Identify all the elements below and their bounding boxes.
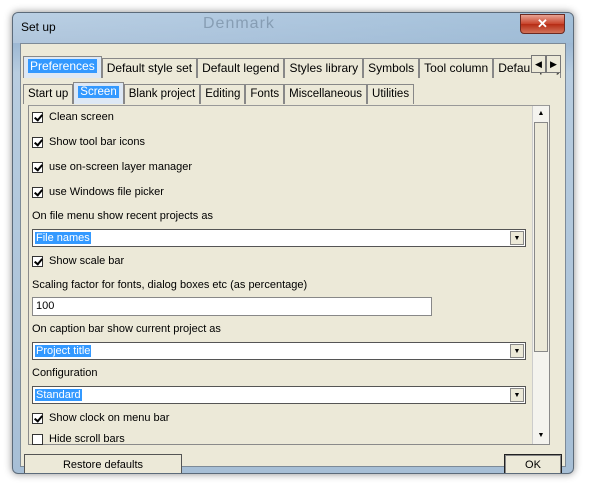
tab-default-legend[interactable]: Default legend <box>197 58 285 78</box>
tab-blank-project[interactable]: Blank project <box>123 84 201 104</box>
tab-preferences[interactable]: Preferences <box>23 56 102 78</box>
panel-scrollbar[interactable]: ▲ ▼ <box>532 106 549 444</box>
close-button[interactable]: ✕ <box>520 14 565 34</box>
tab-screen[interactable]: Screen <box>73 82 124 104</box>
clean-screen-checkbox[interactable] <box>32 111 43 123</box>
tab-fonts[interactable]: Fonts <box>245 84 285 104</box>
recent-projects-select[interactable]: File names ▼ <box>32 229 526 247</box>
tab-scroll-left-icon[interactable]: ◀ <box>531 55 546 73</box>
windows-picker-checkbox[interactable] <box>32 186 43 198</box>
restore-defaults-button[interactable]: Restore defaults <box>24 454 182 473</box>
tab-miscellaneous[interactable]: Miscellaneous <box>284 84 368 104</box>
tab-editing[interactable]: Editing <box>200 84 246 104</box>
hide-scroll-bars-option[interactable]: Hide scroll bars <box>32 433 125 445</box>
background-map-text: Denmark <box>203 15 275 32</box>
screen-settings-panel: Clean screen Show tool bar icons use on-… <box>28 105 550 445</box>
show-toolbar-icons-label: Show tool bar icons <box>49 136 145 148</box>
tab-symbols[interactable]: Symbols <box>363 58 420 78</box>
tab-scroll-buttons: ◀ ▶ <box>531 55 561 73</box>
show-scale-bar-option[interactable]: Show scale bar <box>32 252 124 270</box>
show-clock-label: Show clock on menu bar <box>49 412 170 424</box>
chevron-down-icon[interactable]: ▼ <box>510 344 524 358</box>
show-toolbar-icons-option[interactable]: Show tool bar icons <box>32 133 145 151</box>
show-clock-option[interactable]: Show clock on menu bar <box>32 409 169 427</box>
main-tab-bar: Preferences Default style set Default le… <box>23 56 562 78</box>
layer-manager-checkbox[interactable] <box>32 161 43 173</box>
tab-tool-column[interactable]: Tool column <box>419 58 494 78</box>
ok-button[interactable]: OK <box>504 454 562 473</box>
show-scale-bar-label: Show scale bar <box>49 255 125 267</box>
clean-screen-option[interactable]: Clean screen <box>32 108 114 126</box>
tab-styles-library[interactable]: Styles library <box>284 58 364 78</box>
show-clock-checkbox[interactable] <box>32 412 43 424</box>
scaling-factor-label: Scaling factor for fonts, dialog boxes e… <box>32 279 308 291</box>
window-title: Set up <box>21 20 56 34</box>
caption-bar-label: On caption bar show current project as <box>32 323 221 335</box>
caption-bar-value: Project title <box>35 345 92 357</box>
windows-picker-option[interactable]: use Windows file picker <box>32 183 164 201</box>
hide-scroll-bars-checkbox[interactable] <box>32 433 43 445</box>
layer-manager-option[interactable]: use on-screen layer manager <box>32 158 192 176</box>
hide-scroll-bars-label: Hide scroll bars <box>49 433 125 445</box>
dialog-client: Preferences Default style set Default le… <box>20 43 566 473</box>
show-toolbar-icons-checkbox[interactable] <box>32 136 43 148</box>
chevron-down-icon[interactable]: ▼ <box>510 388 524 402</box>
tab-scroll-right-icon[interactable]: ▶ <box>546 55 561 73</box>
title-bar[interactable]: Denmark Set up ✕ <box>13 13 573 43</box>
recent-projects-value: File names <box>35 232 91 244</box>
caption-bar-select[interactable]: Project title ▼ <box>32 342 526 360</box>
setup-window: Denmark Set up ✕ Preferences Default sty… <box>12 12 574 474</box>
layer-manager-label: use on-screen layer manager <box>49 161 193 173</box>
configuration-label: Configuration <box>32 367 98 379</box>
sub-tab-bar: Start up Screen Blank project Editing Fo… <box>23 82 415 104</box>
tab-default-style-set[interactable]: Default style set <box>101 58 198 78</box>
tab-utilities[interactable]: Utilities <box>367 84 415 104</box>
scroll-down-icon[interactable]: ▼ <box>533 428 549 444</box>
configuration-value: Standard <box>35 389 82 401</box>
scrollbar-thumb[interactable] <box>534 122 548 352</box>
clean-screen-label: Clean screen <box>49 111 114 123</box>
scaling-factor-input[interactable]: 100 <box>32 297 432 316</box>
close-icon: ✕ <box>537 16 548 31</box>
chevron-down-icon[interactable]: ▼ <box>510 231 524 245</box>
recent-projects-label: On file menu show recent projects as <box>32 210 213 222</box>
windows-picker-label: use Windows file picker <box>49 186 164 198</box>
configuration-select[interactable]: Standard ▼ <box>32 386 526 404</box>
scroll-up-icon[interactable]: ▲ <box>533 106 549 122</box>
show-scale-bar-checkbox[interactable] <box>32 255 43 267</box>
tab-start-up[interactable]: Start up <box>23 84 74 104</box>
